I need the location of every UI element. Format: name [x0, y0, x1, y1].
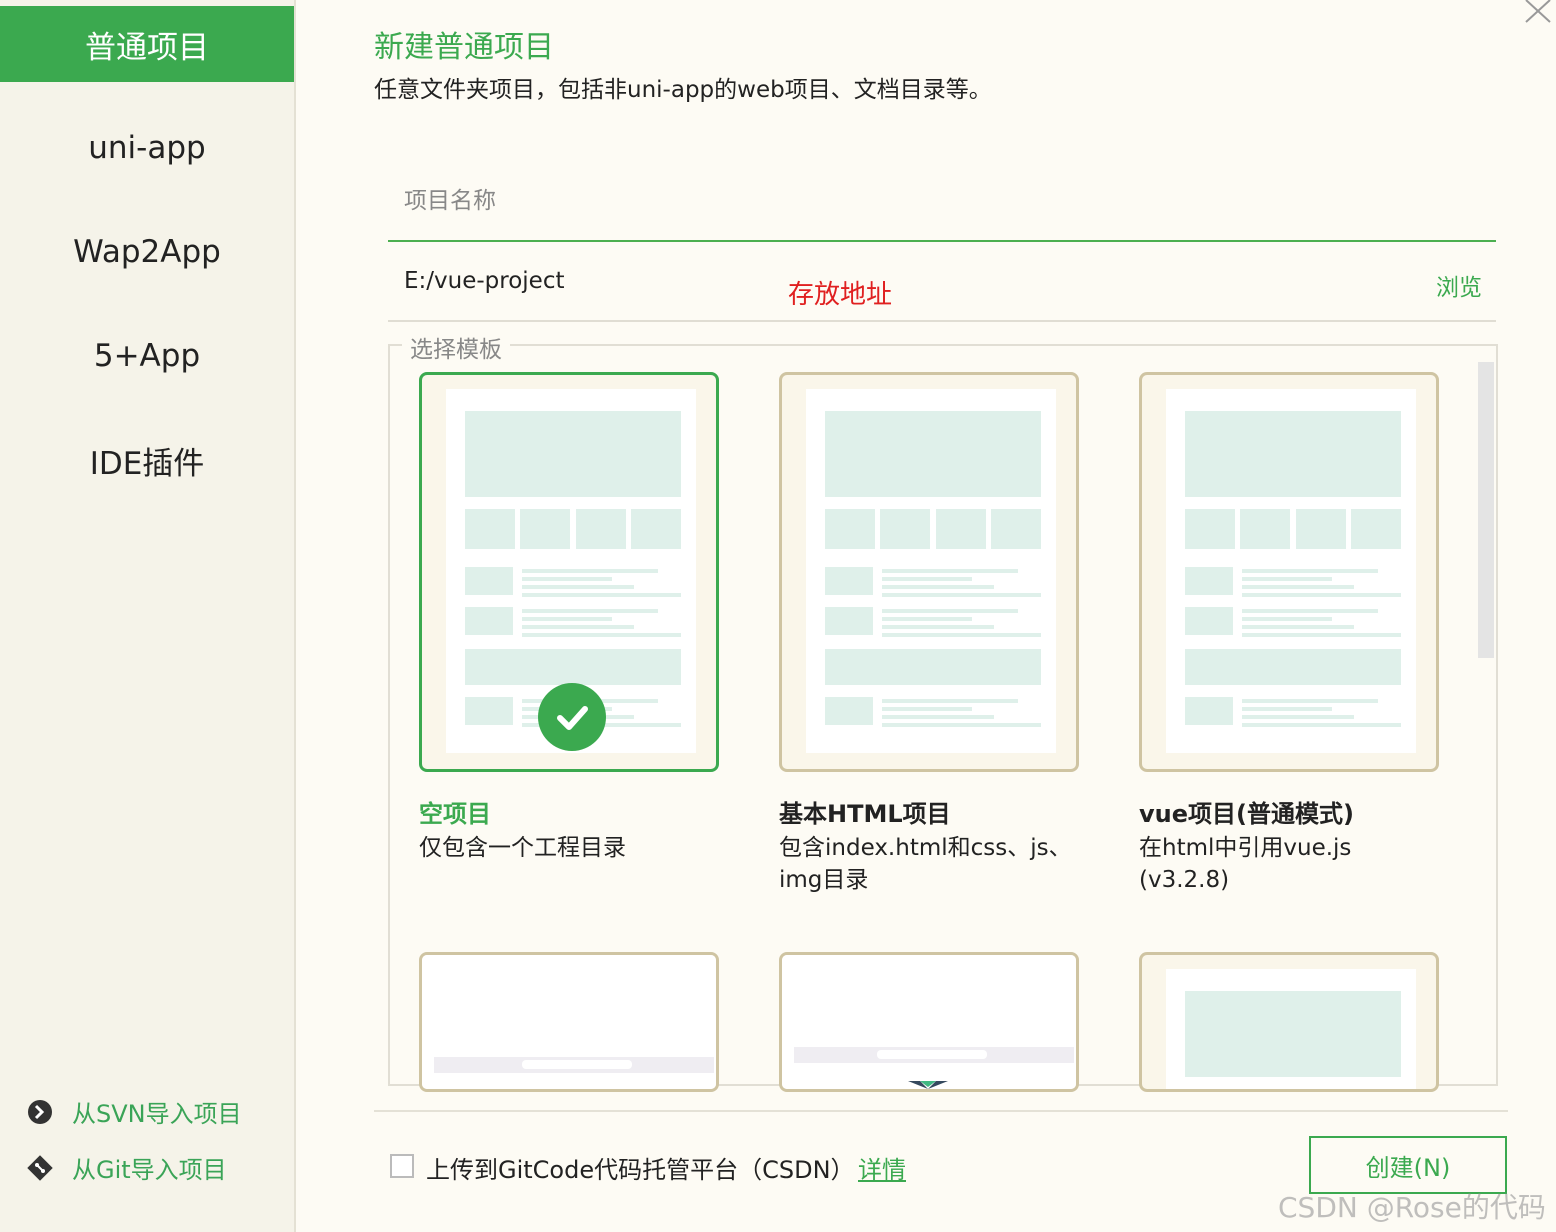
template-name-basic-html: 基本HTML项目 [779, 800, 951, 828]
browse-button[interactable]: 浏览 [1436, 268, 1482, 302]
template-card-empty[interactable] [419, 372, 719, 772]
template-desc-basic-html: 包含index.html和css、js、img目录 [779, 835, 1072, 893]
path-annotation: 存放地址 [788, 280, 893, 310]
template-desc-vue-normal: 在html中引用vue.js (v3.2.8) [1139, 835, 1352, 893]
project-name-input[interactable] [402, 178, 1466, 224]
page-subtitle: 任意文件夹项目，包括非uni-app的web项目、文档目录等。 [374, 77, 992, 103]
import-svn-link[interactable]: 从SVN导入项目 [26, 1094, 242, 1129]
template-legend: 选择模板 [402, 330, 510, 364]
selected-check-icon [538, 683, 606, 751]
details-link[interactable]: 详情 [858, 1150, 906, 1185]
template-preview-row2-3 [1166, 969, 1416, 1089]
template-preview-row2-2 [782, 955, 1076, 1089]
sidebar-item-ide-plugin[interactable]: IDE插件 [0, 422, 294, 498]
import-git-link[interactable]: 从Git导入项目 [26, 1150, 227, 1185]
template-card-row2-3[interactable] [1139, 952, 1439, 1092]
project-path-input[interactable] [402, 258, 1466, 304]
template-preview-vue-normal [1166, 389, 1416, 753]
template-name-empty: 空项目 [419, 800, 491, 828]
template-desc-empty: 仅包含一个工程目录 [419, 835, 626, 861]
project-path-field: 存放地址 浏览 [388, 242, 1496, 322]
sidebar-item-5plus-app[interactable]: 5+App [0, 318, 294, 394]
template-card-row2-2[interactable] [779, 952, 1079, 1092]
project-name-field [388, 162, 1496, 242]
svn-icon [26, 1098, 54, 1126]
watermark: CSDN @Rose的代码 [1278, 1191, 1546, 1224]
template-scrollbar[interactable] [1478, 362, 1494, 658]
template-card-row2-1[interactable] [419, 952, 719, 1092]
sidebar-item-normal-project[interactable]: 普通项目 [0, 6, 294, 82]
git-icon [26, 1154, 54, 1182]
close-icon[interactable] [1520, 0, 1554, 26]
upload-gitcode-checkbox[interactable] [390, 1154, 414, 1178]
template-card-basic-html[interactable] [779, 372, 1079, 772]
template-preview-basic-html [806, 389, 1056, 753]
footer-divider [374, 1110, 1508, 1112]
sidebar-item-wap2app[interactable]: Wap2App [0, 214, 294, 290]
template-name-vue-normal: vue项目(普通模式) [1139, 800, 1354, 828]
sidebar: 普通项目 uni-app Wap2App 5+App IDE插件 从SVN导入项… [0, 0, 296, 1232]
template-card-vue-normal[interactable] [1139, 372, 1439, 772]
upload-gitcode-label: 上传到GitCode代码托管平台（CSDN） [426, 1156, 855, 1184]
page-title: 新建普通项目 [374, 30, 554, 65]
template-preview-row2-1 [422, 955, 716, 1089]
sidebar-item-uni-app[interactable]: uni-app [0, 110, 294, 186]
